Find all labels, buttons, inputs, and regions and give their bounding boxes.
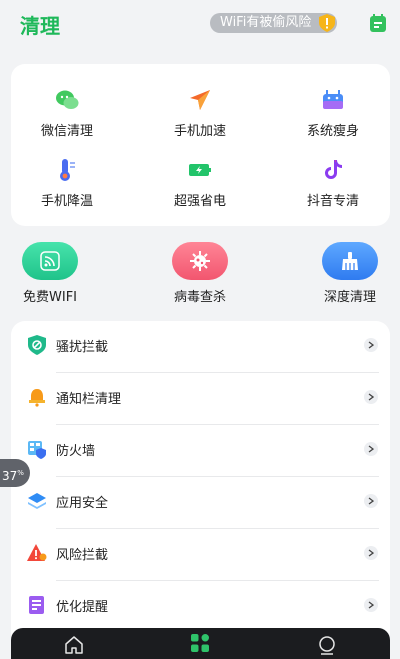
list-item-label: 防火墙 (56, 444, 96, 459)
tool-label: 超强省电 (173, 194, 226, 209)
list-item-label: 优化提醒 (56, 600, 109, 615)
warning-shield-icon (319, 14, 336, 32)
bell-icon (29, 389, 45, 407)
home-icon[interactable] (64, 635, 84, 655)
document-icon (29, 596, 44, 614)
tool-label: 抖音专清 (306, 194, 359, 209)
chevron-right-icon (364, 338, 378, 352)
tiktok-icon (325, 160, 342, 179)
list-item-harassment-block[interactable]: 骚扰拦截 (11, 321, 390, 373)
list-item-app-security[interactable]: 应用安全 (11, 477, 390, 529)
warning-icon (27, 544, 47, 561)
header: 清理 WiFi有被偷风险 (0, 0, 400, 48)
thermometer-icon (60, 159, 75, 181)
memory-usage-value: 37 (2, 469, 18, 483)
bottom-nav (11, 628, 390, 659)
list-item-label: 风险拦截 (56, 548, 109, 563)
android-icon (323, 90, 343, 109)
broom-icon (342, 252, 358, 270)
feature-list: 骚扰拦截 通知栏清理 防火墙 应用安全 风险拦截 优化提醒 (11, 321, 390, 659)
chevron-right-icon (364, 494, 378, 508)
tool-label: 手机降温 (40, 194, 93, 209)
chevron-right-icon (364, 390, 378, 404)
list-item-risk-block[interactable]: 风险拦截 (11, 529, 390, 581)
battery-icon (189, 164, 211, 176)
wifi-risk-banner[interactable]: WiFi有被偷风险 (210, 13, 338, 33)
memory-usage-bubble[interactable]: 37% (0, 459, 30, 487)
wifi-icon (40, 251, 60, 271)
tool-power-save[interactable]: 超强省电 (150, 158, 250, 218)
list-item-label: 骚扰拦截 (56, 340, 109, 355)
layers-icon (28, 493, 46, 509)
page-title: 清理 (20, 14, 60, 38)
deep-clean-button[interactable]: 深度清理 (300, 242, 400, 305)
tool-label: 微信清理 (40, 124, 93, 139)
virus-icon (190, 251, 210, 271)
chevron-right-icon (364, 598, 378, 612)
tool-label: 手机加速 (173, 124, 226, 139)
tools-card: 微信清理 手机加速 系统瘦身 手机降温 超强省电 抖音专清 (11, 64, 390, 226)
wechat-icon (56, 90, 79, 109)
list-item-label: 通知栏清理 (56, 392, 122, 407)
memory-usage-unit: % (17, 469, 24, 477)
tool-phone-boost[interactable]: 手机加速 (150, 88, 250, 148)
chevron-right-icon (364, 442, 378, 456)
list-item-label: 应用安全 (56, 496, 109, 511)
apps-icon[interactable] (190, 633, 210, 653)
free-wifi-button[interactable]: 免费WIFI (0, 242, 100, 305)
tool-phone-cool[interactable]: 手机降温 (17, 158, 117, 218)
tool-douyin-clean[interactable]: 抖音专清 (283, 158, 383, 218)
virus-scan-button[interactable]: 病毒查杀 (150, 242, 250, 305)
chevron-right-icon (364, 546, 378, 560)
app-switch-icon[interactable] (370, 14, 386, 32)
rocket-icon (190, 90, 210, 110)
tool-system-slim[interactable]: 系统瘦身 (283, 88, 383, 148)
action-label: 免费WIFI (23, 290, 77, 305)
list-item-firewall[interactable]: 防火墙 (11, 425, 390, 477)
action-label: 深度清理 (323, 290, 376, 305)
list-item-notification-clean[interactable]: 通知栏清理 (11, 373, 390, 425)
tool-wechat-clean[interactable]: 微信清理 (17, 88, 117, 148)
wifi-risk-text: WiFi有被偷风险 (220, 15, 312, 30)
list-item-optimize-reminder[interactable]: 优化提醒 (11, 581, 390, 633)
tool-label: 系统瘦身 (306, 124, 359, 139)
firewall-icon (28, 441, 46, 459)
action-label: 病毒查杀 (173, 290, 226, 305)
shield-block-icon (28, 335, 46, 355)
profile-icon[interactable] (317, 635, 337, 655)
